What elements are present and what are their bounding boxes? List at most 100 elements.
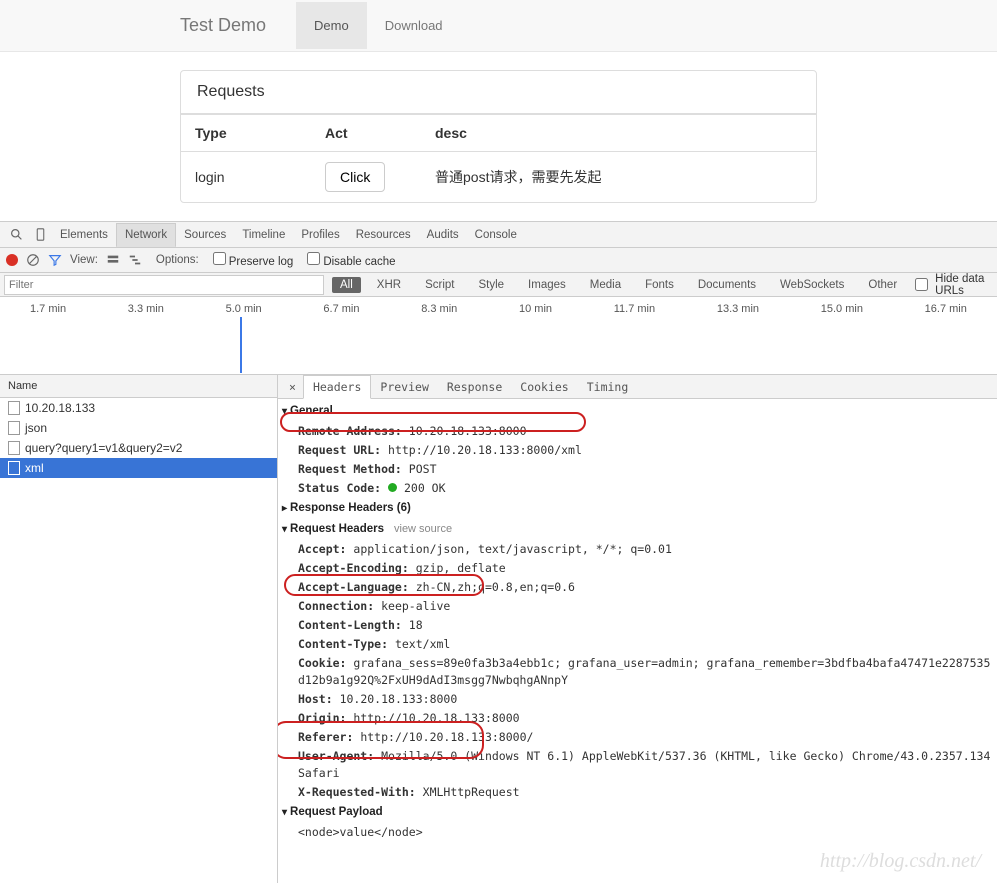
preserve-log-option[interactable]: Preserve log (207, 252, 294, 268)
filter-icon[interactable] (48, 253, 62, 267)
app-header: Test Demo Demo Download (0, 0, 997, 52)
section-request-headers: Request Headersview source Accept: appli… (278, 519, 997, 802)
close-icon[interactable]: × (282, 378, 303, 396)
document-icon (8, 401, 20, 415)
type-images[interactable]: Images (520, 277, 574, 293)
view-label: View: (70, 254, 98, 266)
waterfall-icon[interactable] (128, 253, 142, 267)
label: Request URL: (298, 443, 381, 457)
header-cookie: Cookie: grafana_sess=89e0fa3b3a4ebb1c; g… (278, 654, 997, 690)
detail-tabs: × Headers Preview Response Cookies Timin… (278, 375, 997, 399)
tab-elements[interactable]: Elements (52, 224, 116, 246)
value: Mozilla/5.0 (Windows NT 6.1) AppleWebKit… (298, 749, 990, 780)
value: http://10.20.18.133:8000/xml (388, 443, 582, 457)
type-websockets[interactable]: WebSockets (772, 277, 852, 293)
preserve-log-checkbox[interactable] (213, 252, 226, 265)
label: Referer: (298, 730, 353, 744)
detail-tab-timing[interactable]: Timing (578, 376, 638, 398)
devtools-panel: Elements Network Sources Timeline Profil… (0, 221, 997, 883)
label: Accept: (298, 542, 346, 556)
request-list-header: Name (0, 375, 277, 398)
tab-console[interactable]: Console (467, 224, 525, 246)
type-fonts[interactable]: Fonts (637, 277, 682, 293)
value: gzip, deflate (416, 561, 506, 575)
request-name: 10.20.18.133 (25, 401, 95, 415)
section-general: General Remote Address: 10.20.18.133:800… (278, 401, 997, 498)
label: Accept-Language: (298, 580, 409, 594)
detail-tab-response[interactable]: Response (438, 376, 511, 398)
nav-item-demo[interactable]: Demo (296, 2, 367, 49)
tab-sources[interactable]: Sources (176, 224, 234, 246)
type-xhr[interactable]: XHR (369, 277, 409, 293)
label: Status Code: (298, 481, 381, 495)
status-dot-icon (388, 483, 397, 492)
general-heading[interactable]: General (278, 401, 997, 422)
type-other[interactable]: Other (860, 277, 905, 293)
general-request-url: Request URL: http://10.20.18.133:8000/xm… (278, 441, 997, 460)
type-media[interactable]: Media (582, 277, 629, 293)
view-source-link[interactable]: view source (394, 523, 452, 535)
request-list: Name 10.20.18.133 json query?query1=v1&q… (0, 375, 278, 883)
label: Connection: (298, 599, 374, 613)
cell-act: Click (311, 152, 421, 203)
request-row[interactable]: json (0, 418, 277, 438)
disable-cache-label: Disable cache (323, 256, 395, 268)
cell-desc: 普通post请求，需要先发起 (421, 152, 816, 203)
request-row[interactable]: 10.20.18.133 (0, 398, 277, 418)
detail-tab-cookies[interactable]: Cookies (511, 376, 577, 398)
type-script[interactable]: Script (417, 277, 462, 293)
record-icon[interactable] (6, 254, 18, 266)
value: http://10.20.18.133:8000 (353, 711, 519, 725)
hide-data-urls-option[interactable]: Hide data URLs (909, 273, 987, 297)
click-button[interactable]: Click (325, 162, 385, 192)
document-icon (8, 441, 20, 455)
value: text/xml (395, 637, 450, 651)
devtools-tabs: Elements Network Sources Timeline Profil… (0, 222, 997, 248)
value: 200 OK (404, 481, 446, 495)
hide-data-urls-checkbox[interactable] (915, 278, 928, 291)
cell-type: login (181, 152, 311, 203)
large-rows-icon[interactable] (106, 253, 120, 267)
disable-cache-option[interactable]: Disable cache (301, 252, 395, 268)
header-content-type: Content-Type: text/xml (278, 635, 997, 654)
tick: 6.7 min (323, 303, 359, 315)
tab-audits[interactable]: Audits (419, 224, 467, 246)
tab-network[interactable]: Network (116, 223, 176, 247)
disable-cache-checkbox[interactable] (307, 252, 320, 265)
tick: 3.3 min (128, 303, 164, 315)
table-header-row: Type Act desc (181, 115, 816, 152)
network-timeline[interactable]: 1.7 min 3.3 min 5.0 min 6.7 min 8.3 min … (0, 297, 997, 375)
nav-item-download[interactable]: Download (367, 2, 461, 49)
type-documents[interactable]: Documents (690, 277, 764, 293)
type-all[interactable]: All (332, 277, 361, 293)
col-type: Type (181, 115, 311, 152)
detail-tab-preview[interactable]: Preview (371, 376, 437, 398)
requests-panel: Requests Type Act desc login Click 普通pos… (180, 70, 817, 203)
request-row[interactable]: xml (0, 458, 277, 478)
panel-title: Requests (181, 71, 816, 114)
detail-tab-headers[interactable]: Headers (303, 375, 371, 399)
label: X-Requested-With: (298, 785, 416, 799)
timeline-cursor[interactable] (240, 317, 242, 373)
general-request-method: Request Method: POST (278, 460, 997, 479)
hide-data-urls-label: Hide data URLs (935, 273, 987, 297)
value: 10.20.18.133:8000 (409, 424, 527, 438)
preserve-log-label: Preserve log (229, 256, 294, 268)
header-host: Host: 10.20.18.133:8000 (278, 690, 997, 709)
watermark-text: http://blog.csdn.net/ (820, 850, 981, 873)
response-headers-heading[interactable]: Response Headers (6) (278, 498, 997, 519)
clear-icon[interactable] (26, 253, 40, 267)
section-request-payload: Request Payload <node>value</node> (278, 802, 997, 842)
tab-timeline[interactable]: Timeline (234, 224, 293, 246)
tab-resources[interactable]: Resources (348, 224, 419, 246)
request-headers-heading[interactable]: Request Headersview source (278, 519, 997, 540)
request-name: json (25, 421, 47, 435)
request-row[interactable]: query?query1=v1&query2=v2 (0, 438, 277, 458)
type-style[interactable]: Style (470, 277, 512, 293)
request-payload-heading[interactable]: Request Payload (278, 802, 997, 823)
col-act: Act (311, 115, 421, 152)
filter-input[interactable] (4, 275, 324, 295)
device-icon[interactable] (28, 223, 52, 247)
search-icon[interactable] (4, 223, 28, 247)
tab-profiles[interactable]: Profiles (293, 224, 347, 246)
